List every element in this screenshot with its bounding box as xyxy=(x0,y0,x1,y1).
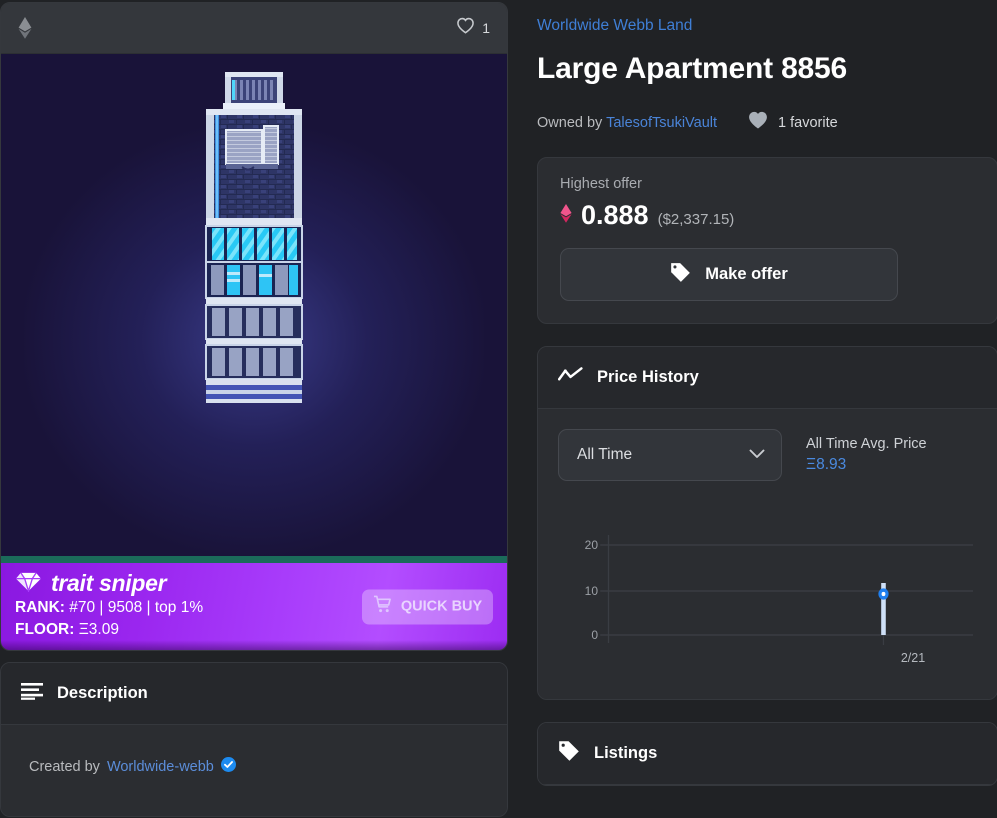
teal-divider-strip xyxy=(1,556,507,563)
x-tick-label: 2/21 xyxy=(900,651,926,665)
rank-label: RANK: xyxy=(15,599,65,616)
offer-body: Highest offer 0.888 ($2,337.15) Make off… xyxy=(538,158,997,323)
avg-price-block: All Time Avg. Price Ξ8.93 xyxy=(806,436,927,474)
rank-value: #70 | 9508 | top 1% xyxy=(69,599,204,616)
offer-price-row: 0.888 ($2,337.15) xyxy=(560,200,975,231)
price-history-panel: Price History All Time All Time Avg. Pri… xyxy=(537,346,997,700)
heart-filled-icon xyxy=(747,110,769,135)
right-column: Worldwide Webb Land Large Apartment 8856… xyxy=(510,0,997,818)
avg-price-label: All Time Avg. Price xyxy=(806,436,927,452)
price-history-title: Price History xyxy=(597,368,699,386)
floor-value: Ξ3.09 xyxy=(78,621,119,638)
favorite-count: 1 xyxy=(482,20,490,36)
trait-sniper-banner[interactable]: trait sniper RANK: #70 | 9508 | top 1% F… xyxy=(1,563,507,650)
description-header[interactable]: Description xyxy=(1,663,507,725)
y-tick-20: 20 xyxy=(584,538,598,552)
trend-line-icon xyxy=(557,366,583,389)
left-column: 1 trait sniper RANK: #70 | 9508 | top 1%… xyxy=(0,0,510,818)
created-by-prefix: Created by xyxy=(29,758,100,775)
description-card: Description Created by Worldwide-webb xyxy=(0,662,508,817)
y-tick-10: 10 xyxy=(584,584,598,598)
make-offer-button[interactable]: Make offer xyxy=(560,248,898,301)
ethereum-icon xyxy=(560,203,572,228)
offer-usd: ($2,337.15) xyxy=(657,211,735,228)
price-history-body: All Time All Time Avg. Price Ξ8.93 20 10… xyxy=(538,409,997,699)
trait-sniper-label: trait sniper xyxy=(51,570,167,596)
breadcrumb[interactable]: Worldwide Webb Land xyxy=(537,17,997,35)
creator-link[interactable]: Worldwide-webb xyxy=(107,759,214,775)
cart-icon xyxy=(373,595,392,618)
asset-card: 1 trait sniper RANK: #70 | 9508 | top 1%… xyxy=(0,2,508,651)
price-history-chart[interactable]: 20 10 0 2/21 xyxy=(558,523,973,673)
tag-icon xyxy=(558,740,580,767)
owner-link[interactable]: TalesofTsukiVault xyxy=(606,115,717,131)
listings-header[interactable]: Listings xyxy=(538,723,997,785)
description-title: Description xyxy=(57,684,148,702)
offer-panel: Highest offer 0.888 ($2,337.15) Make off… xyxy=(537,157,997,324)
owned-by-prefix: Owned by xyxy=(537,114,603,131)
y-tick-0: 0 xyxy=(591,628,598,642)
favorites-indicator[interactable]: 1 favorite xyxy=(747,110,838,135)
quick-buy-label: QUICK BUY xyxy=(400,598,483,615)
nft-detail-page: 1 trait sniper RANK: #70 | 9508 | top 1%… xyxy=(0,0,997,818)
page-title: Large Apartment 8856 xyxy=(537,52,848,85)
highest-offer-label: Highest offer xyxy=(560,176,642,192)
list-lines-icon xyxy=(21,682,43,705)
owned-by: Owned by TalesofTsukiVault xyxy=(537,115,717,131)
floor-label: FLOOR: xyxy=(15,621,75,638)
pixel-building-illustration xyxy=(188,64,320,404)
chart-controls: All Time All Time Avg. Price Ξ8.93 xyxy=(558,429,973,481)
verified-badge-icon xyxy=(220,757,236,776)
nft-artwork[interactable] xyxy=(1,54,507,556)
description-body: Created by Worldwide-webb xyxy=(1,725,507,816)
chevron-down-icon xyxy=(749,446,765,464)
diamond-icon xyxy=(15,571,42,597)
listings-title: Listings xyxy=(594,744,658,762)
heart-outline-icon xyxy=(456,17,475,39)
favorites-text: 1 favorite xyxy=(778,114,838,131)
tag-icon xyxy=(670,262,691,288)
make-offer-label: Make offer xyxy=(705,265,788,283)
time-range-select[interactable]: All Time xyxy=(558,429,782,481)
time-range-value: All Time xyxy=(577,446,633,463)
price-history-header[interactable]: Price History xyxy=(538,347,997,409)
asset-topbar: 1 xyxy=(1,3,507,54)
quick-buy-button[interactable]: QUICK BUY xyxy=(362,589,493,624)
avg-price-value: Ξ8.93 xyxy=(806,456,847,473)
ethereum-icon xyxy=(18,17,32,39)
favorite-button[interactable]: 1 xyxy=(456,17,490,39)
offer-price: 0.888 xyxy=(581,200,649,230)
created-by-row: Created by Worldwide-webb xyxy=(29,757,479,776)
listings-panel: Listings xyxy=(537,722,997,786)
owner-row: Owned by TalesofTsukiVault 1 favorite xyxy=(537,110,997,135)
